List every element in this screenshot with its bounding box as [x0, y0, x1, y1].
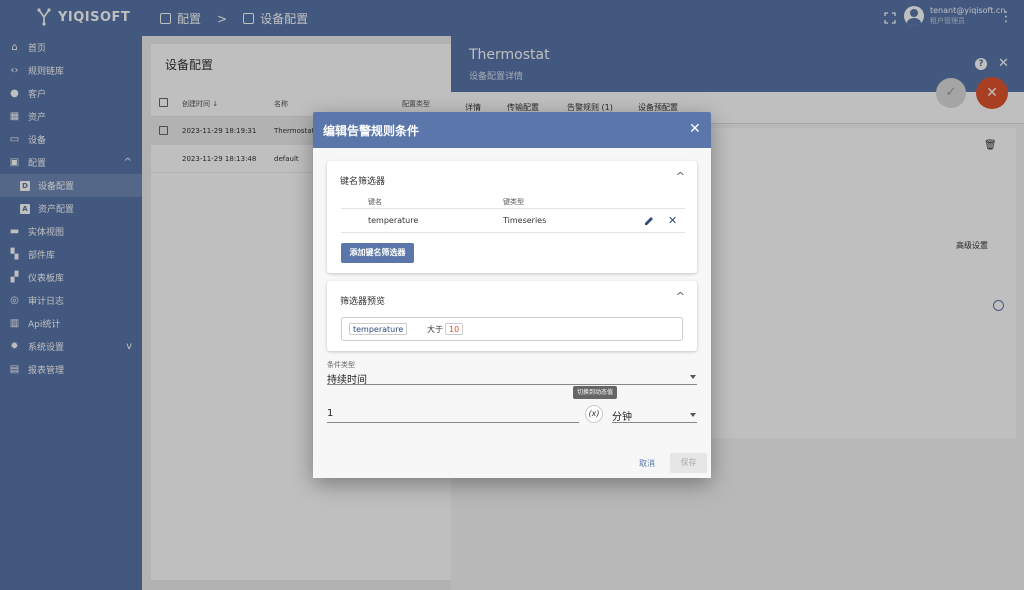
remove-icon[interactable]: ✕	[668, 214, 677, 227]
save-button[interactable]: 保存	[670, 453, 707, 473]
edit-alarm-condition-dialog: 编辑告警规则条件 ✕ 键名筛选器 ^ 键名 键类型 temperature Ti…	[313, 112, 711, 478]
dropdown-arrow-icon[interactable]	[690, 375, 696, 379]
chevron-up-icon[interactable]: ^	[676, 170, 685, 183]
preview-operator: 大于	[427, 325, 443, 334]
dialog-title: 编辑告警规则条件	[323, 124, 420, 138]
dynamic-value-toggle-button[interactable]: (x)	[585, 405, 603, 423]
cancel-button[interactable]: 取消	[639, 458, 655, 469]
duration-input[interactable]: 1	[327, 408, 333, 419]
duration-unit-underline	[612, 422, 697, 423]
key-filter-header: 键名 键类型	[341, 197, 685, 209]
key-filter-row: temperature Timeseries ✕	[341, 209, 685, 233]
key-filter-card: 键名筛选器 ^ 键名 键类型 temperature Timeseries ✕ …	[327, 161, 697, 273]
column-key-name: 键名	[368, 198, 382, 206]
key-filter-type: Timeseries	[503, 216, 547, 225]
dialog-body: 键名筛选器 ^ 键名 键类型 temperature Timeseries ✕ …	[313, 148, 711, 478]
preview-key-chip: temperature	[349, 323, 408, 335]
column-key-type: 键类型	[503, 198, 524, 206]
condition-type-label: 条件类型	[327, 361, 355, 369]
condition-type-underline	[327, 384, 697, 385]
edit-icon[interactable]	[644, 215, 655, 226]
duration-unit-select[interactable]: 分钟	[612, 408, 632, 423]
duration-underline	[327, 422, 579, 423]
key-filter-title: 键名筛选器	[340, 177, 386, 187]
filter-preview-title: 筛选器预览	[340, 297, 386, 307]
preview-value-chip: 10	[445, 323, 464, 335]
chevron-up-icon[interactable]: ^	[676, 290, 685, 303]
close-icon[interactable]: ✕	[689, 121, 701, 137]
add-key-filter-button[interactable]: 添加键名筛选器	[341, 243, 414, 263]
dialog-header: 编辑告警规则条件 ✕	[313, 112, 711, 148]
dropdown-arrow-icon[interactable]	[690, 413, 696, 417]
filter-preview-box: temperature 大于 10	[341, 317, 683, 341]
dynamic-value-tooltip: 切换到动态值	[573, 386, 617, 399]
key-filter-key: temperature	[368, 216, 419, 225]
filter-preview-card: 筛选器预览 ^ temperature 大于 10	[327, 281, 697, 351]
